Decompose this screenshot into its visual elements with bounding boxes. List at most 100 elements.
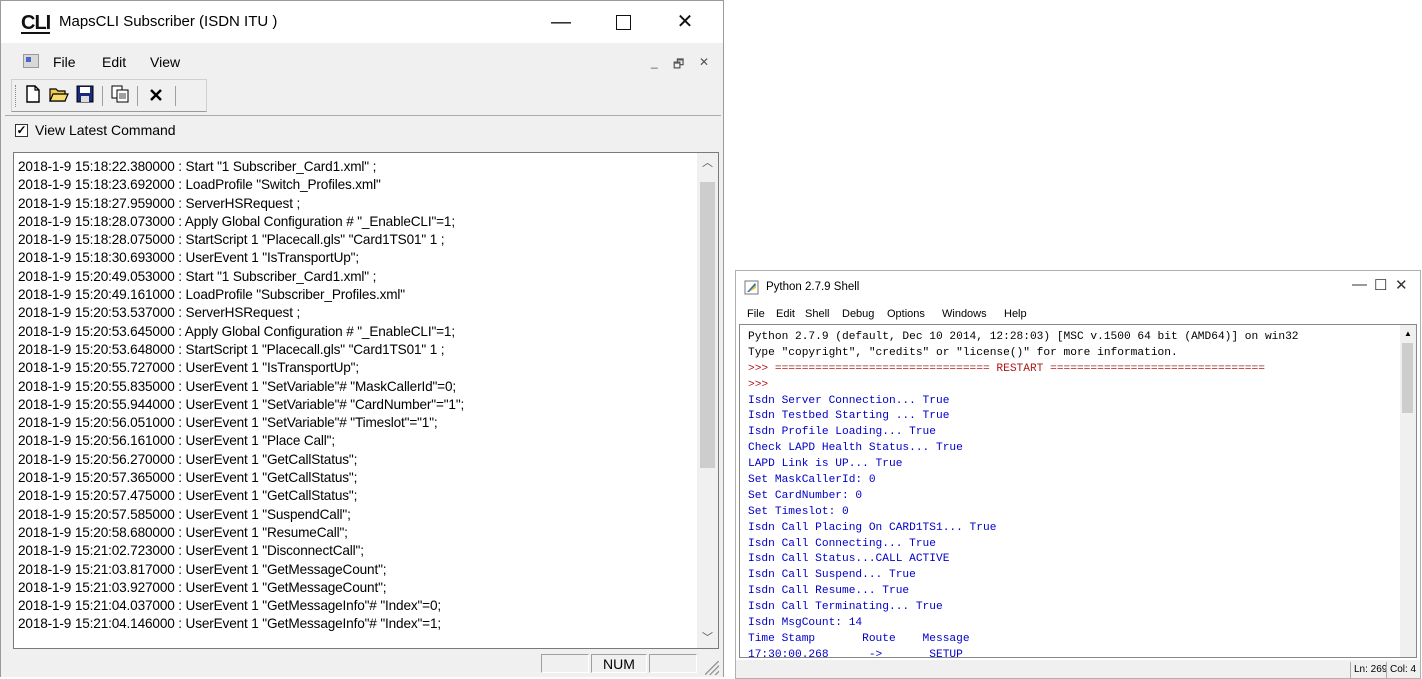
menu-shell[interactable]: Shell	[805, 308, 829, 320]
shell-line: Set MaskCallerId: 0	[748, 474, 876, 487]
vertical-scrollbar[interactable]: ︿ ﹀	[697, 153, 718, 648]
mdi-document-icon[interactable]	[23, 54, 39, 68]
menu-bar: File Edit Shell Debug Options Windows He…	[736, 304, 1420, 324]
save-icon	[76, 85, 94, 103]
scroll-down-arrow-icon[interactable]: ﹀	[697, 628, 718, 648]
python-shell-window: Python 2.7.9 Shell — ☐ ✕ File Edit Shell…	[735, 270, 1421, 679]
log-line: 2018-1-9 15:21:04.146000 : UserEvent 1 "…	[18, 616, 442, 632]
vertical-scrollbar[interactable]: ▲	[1400, 324, 1417, 658]
checkbox-checked-icon[interactable]: ✓	[15, 124, 28, 137]
maximize-button[interactable]: ☐	[1374, 276, 1387, 294]
log-line: 2018-1-9 15:20:55.835000 : UserEvent 1 "…	[18, 378, 457, 394]
mapscli-app-icon: CLI	[21, 12, 51, 34]
toolbar-separator	[137, 86, 138, 106]
log-line: 2018-1-9 15:21:04.037000 : UserEvent 1 "…	[18, 598, 442, 614]
shell-line: Python 2.7.9 (default, Dec 10 2014, 12:2…	[748, 331, 1299, 343]
minimize-button[interactable]: —	[539, 7, 583, 37]
menu-windows[interactable]: Windows	[942, 308, 987, 320]
toolbar-separator	[102, 86, 103, 106]
status-bar: NUM	[1, 651, 723, 677]
log-line: 2018-1-9 15:20:55.944000 : UserEvent 1 "…	[18, 396, 465, 412]
log-line: 2018-1-9 15:18:23.692000 : LoadProfile "…	[18, 177, 381, 193]
log-line: 2018-1-9 15:18:27.959000 : ServerHSReque…	[18, 195, 301, 211]
log-line: 2018-1-9 15:20:56.051000 : UserEvent 1 "…	[18, 415, 438, 431]
log-line: 2018-1-9 15:20:57.365000 : UserEvent 1 "…	[18, 470, 358, 486]
scroll-thumb[interactable]	[1402, 343, 1413, 413]
log-line: 2018-1-9 15:18:28.073000 : Apply Global …	[18, 213, 455, 229]
toolbar-grip[interactable]	[15, 85, 18, 107]
python-feather-icon	[744, 280, 759, 295]
shell-line: Isdn Call Connecting... True	[748, 537, 936, 550]
mdi-close-button[interactable]: ✕	[699, 55, 709, 69]
log-line: 2018-1-9 15:20:56.161000 : UserEvent 1 "…	[18, 433, 335, 449]
shell-output[interactable]: Python 2.7.9 (default, Dec 10 2014, 12:2…	[739, 324, 1400, 658]
log-line: 2018-1-9 15:20:53.645000 : Apply Global …	[18, 323, 455, 339]
log-line: 2018-1-9 15:20:49.161000 : LoadProfile "…	[18, 287, 405, 303]
mdi-restore-button[interactable]: 🗗	[673, 55, 684, 76]
delete-button[interactable]	[145, 85, 167, 107]
menu-file[interactable]: File	[747, 308, 765, 320]
log-line: 2018-1-9 15:20:58.680000 : UserEvent 1 "…	[18, 524, 348, 540]
log-line: 2018-1-9 15:20:53.537000 : ServerHSReque…	[18, 305, 301, 321]
menu-options[interactable]: Options	[887, 308, 925, 320]
shell-line: Isdn Call Terminating... True	[748, 601, 943, 614]
shell-line: >>>	[748, 378, 775, 391]
status-panel-empty	[649, 654, 697, 673]
menu-edit[interactable]: Edit	[102, 54, 126, 70]
scroll-thumb[interactable]	[700, 182, 715, 468]
shell-line: LAPD Link is UP... True	[748, 458, 903, 471]
resize-grip-icon[interactable]	[705, 661, 719, 675]
python-titlebar[interactable]: Python 2.7.9 Shell — ☐ ✕	[736, 271, 1420, 301]
save-button[interactable]	[74, 85, 96, 107]
toolbar	[11, 79, 207, 112]
scroll-up-arrow-icon[interactable]: ︿	[697, 153, 718, 173]
log-line: 2018-1-9 15:20:49.053000 : Start "1 Subs…	[18, 268, 377, 284]
divider	[5, 115, 721, 116]
shell-line: Isdn MsgCount: 14	[748, 617, 863, 630]
shell-line: Set CardNumber: 0	[748, 489, 863, 502]
menu-file[interactable]: File	[53, 54, 76, 70]
shell-output-lines: Python 2.7.9 (default, Dec 10 2014, 12:2…	[748, 330, 1299, 657]
shell-line: >>> ================================ RES…	[748, 362, 1265, 375]
window-title: MapsCLI Subscriber (ISDN ITU )	[59, 13, 278, 30]
log-line: 2018-1-9 15:18:30.693000 : UserEvent 1 "…	[18, 250, 359, 266]
line-number: Ln: 269	[1350, 662, 1387, 678]
shell-line: Isdn Call Suspend... True	[748, 569, 916, 582]
log-line: 2018-1-9 15:20:53.648000 : StartScript 1…	[18, 341, 445, 357]
maximize-icon	[615, 15, 631, 31]
command-log-lines: 2018-1-9 15:18:22.380000 : Start "1 Subs…	[18, 158, 698, 634]
scroll-up-arrow-icon[interactable]: ▲	[1400, 327, 1416, 341]
status-panel-empty	[541, 654, 589, 673]
mapscli-window: CLI MapsCLI Subscriber (ISDN ITU ) — ✕ F…	[0, 0, 724, 677]
copy-icon	[111, 85, 129, 103]
view-latest-command-label: View Latest Command	[35, 122, 176, 138]
shell-line: Isdn Testbed Starting ... True	[748, 410, 950, 423]
menu-help[interactable]: Help	[1004, 308, 1027, 320]
open-button[interactable]	[48, 85, 70, 107]
minimize-button[interactable]: —	[1352, 276, 1367, 293]
log-line: 2018-1-9 15:21:02.723000 : UserEvent 1 "…	[18, 543, 364, 559]
shell-line: Isdn Call Resume... True	[748, 585, 910, 598]
close-button[interactable]: ✕	[663, 7, 707, 37]
new-file-icon	[26, 85, 40, 103]
open-folder-icon	[49, 88, 69, 102]
command-log[interactable]: 2018-1-9 15:18:22.380000 : Start "1 Subs…	[13, 152, 719, 649]
maximize-button[interactable]	[601, 7, 645, 37]
copy-button[interactable]	[109, 85, 131, 107]
delete-icon	[150, 89, 162, 101]
status-panel-num: NUM	[591, 654, 647, 673]
status-bar: Ln: 269 Col: 4	[736, 660, 1420, 678]
mapscli-titlebar[interactable]: CLI MapsCLI Subscriber (ISDN ITU ) — ✕	[1, 1, 723, 43]
menu-bar: File Edit View _ 🗗 ✕	[1, 49, 723, 75]
toolbar-separator	[175, 86, 176, 106]
menu-debug[interactable]: Debug	[842, 308, 874, 320]
log-line: 2018-1-9 15:20:55.727000 : UserEvent 1 "…	[18, 360, 359, 376]
new-file-button[interactable]	[22, 85, 44, 107]
mdi-minimize-button[interactable]: _	[651, 55, 658, 69]
close-button[interactable]: ✕	[1395, 276, 1408, 294]
column-number: Col: 4	[1386, 662, 1416, 678]
shell-line: Isdn Call Status...CALL ACTIVE	[748, 553, 950, 566]
menu-view[interactable]: View	[150, 54, 180, 70]
log-line: 2018-1-9 15:20:57.585000 : UserEvent 1 "…	[18, 506, 351, 522]
menu-edit[interactable]: Edit	[776, 308, 795, 320]
